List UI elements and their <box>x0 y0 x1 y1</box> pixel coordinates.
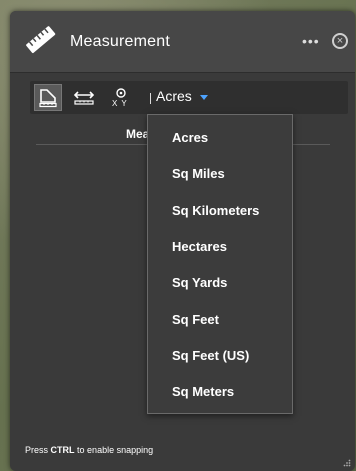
xy-label: X Y <box>112 99 128 108</box>
location-tool-button[interactable]: X Y <box>108 84 136 111</box>
distance-measure-icon <box>73 91 95 105</box>
snapping-hint: Press CTRL to enable snapping <box>25 445 153 455</box>
more-options-icon[interactable]: ••• <box>302 34 320 48</box>
unit-option-sq-feet[interactable]: Sq Feet <box>172 312 219 327</box>
chevron-down-icon <box>199 94 208 100</box>
area-measure-icon <box>39 89 57 108</box>
unit-select[interactable]: Acres <box>156 88 208 104</box>
snapping-hint-key: CTRL <box>50 445 75 455</box>
distance-tool-button[interactable] <box>70 84 98 111</box>
unit-dropdown-menu: Acres Sq Miles Sq Kilometers Hectares Sq… <box>147 114 293 414</box>
unit-option-sq-feet-us[interactable]: Sq Feet (US) <box>172 348 249 363</box>
widget-title: Measurement <box>70 33 171 50</box>
toolbar-separator <box>150 93 151 104</box>
close-icon[interactable]: × <box>332 33 348 49</box>
area-tool-button[interactable] <box>34 84 62 111</box>
measurement-widget: Measurement ••• × X Y Acres Mea Acres Sq… <box>10 11 355 471</box>
snapping-hint-prefix: Press <box>25 445 49 455</box>
snapping-hint-suffix: to enable snapping <box>77 445 154 455</box>
unit-option-acres[interactable]: Acres <box>172 130 208 145</box>
unit-option-sq-kilometers[interactable]: Sq Kilometers <box>172 203 259 218</box>
unit-option-sq-meters[interactable]: Sq Meters <box>172 384 234 399</box>
unit-option-hectares[interactable]: Hectares <box>172 239 227 254</box>
unit-option-sq-miles[interactable]: Sq Miles <box>172 166 225 181</box>
resize-grip-icon[interactable] <box>343 459 351 467</box>
widget-header: Measurement ••• × <box>10 11 355 73</box>
ruler-icon <box>26 26 56 54</box>
measurement-toolbar: X Y Acres <box>30 81 348 114</box>
unit-option-sq-yards[interactable]: Sq Yards <box>172 275 227 290</box>
unit-select-value: Acres <box>156 88 192 104</box>
result-label: Mea <box>126 127 150 141</box>
